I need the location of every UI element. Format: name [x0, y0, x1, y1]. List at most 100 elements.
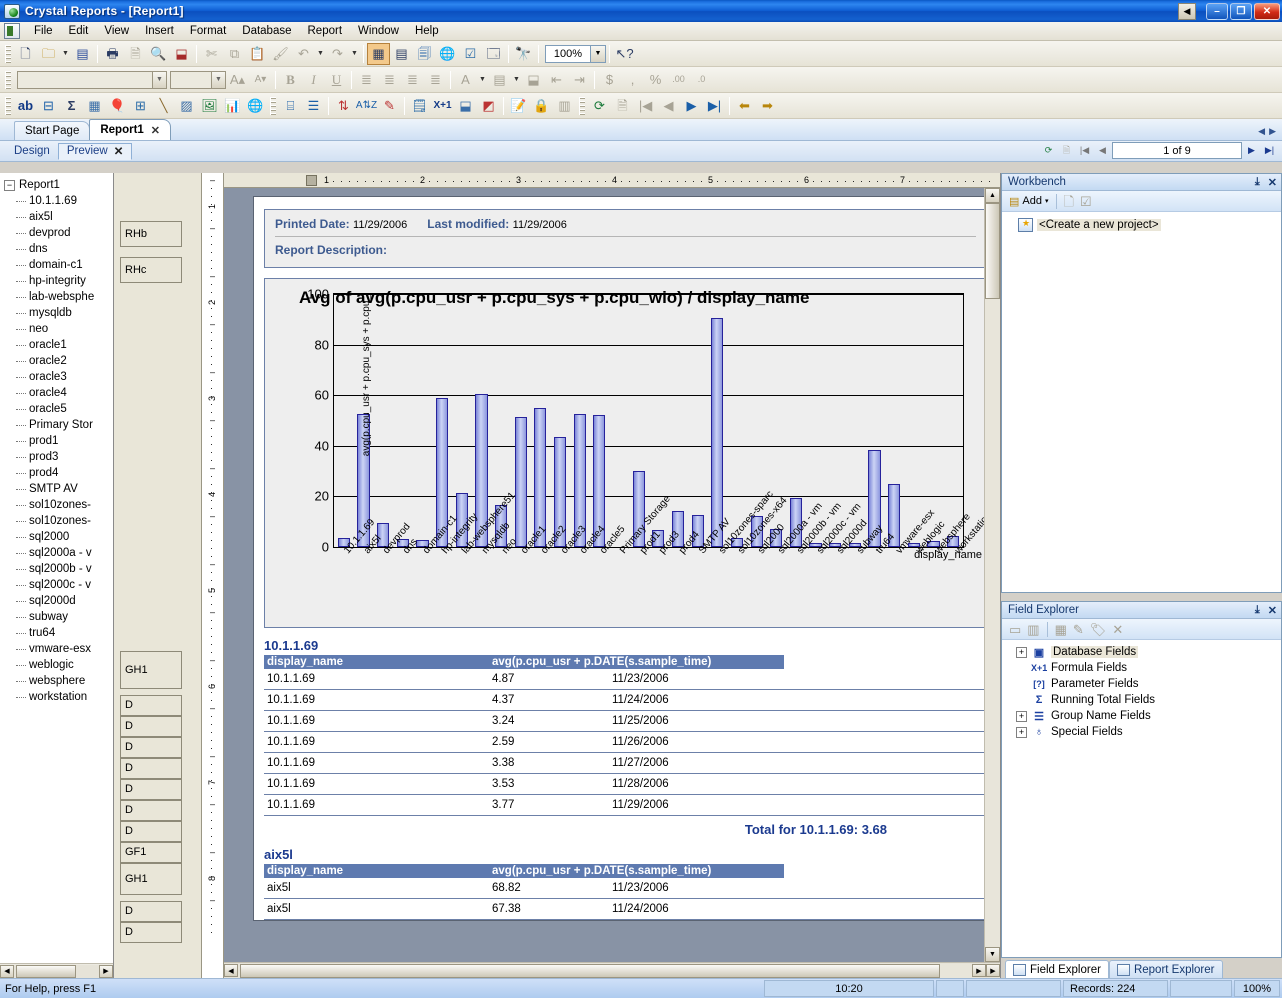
undo-button[interactable]: ↶: [292, 43, 315, 65]
menu-format[interactable]: Format: [182, 23, 234, 39]
paste-button[interactable]: 📋: [246, 43, 269, 65]
tree-item-5[interactable]: hp-integrity: [4, 273, 113, 289]
tree-item-27[interactable]: tru64: [4, 625, 113, 641]
suppress-button[interactable]: ⬓: [522, 69, 545, 91]
format-painter-button[interactable]: 🖌: [269, 43, 292, 65]
export-button[interactable]: ⬓: [170, 43, 193, 65]
field-explorer-item-special-fields[interactable]: + ♁ Special Fields: [1002, 724, 1281, 740]
next-page-button[interactable]: ▶: [1243, 142, 1260, 159]
tree-item-0[interactable]: 10.1.1.69: [4, 193, 113, 209]
zoom-dropdown-arrow[interactable]: ▼: [591, 44, 606, 63]
tree-root-report1[interactable]: − Report1: [4, 177, 113, 193]
toolbar-grip[interactable]: [270, 96, 276, 115]
insert-line-button[interactable]: ╲: [152, 95, 175, 117]
decimal-increase-button[interactable]: .00: [667, 69, 690, 91]
underline-button[interactable]: U: [325, 69, 348, 91]
decrease-font-button[interactable]: A▾: [249, 69, 272, 91]
tree-item-26[interactable]: subway: [4, 609, 113, 625]
section-marker-d-3[interactable]: D: [120, 695, 182, 716]
scroll-thumb[interactable]: [240, 963, 940, 978]
table-row[interactable]: 10.1.1.69 3.53 11/28/2006: [264, 774, 987, 795]
browse-data-button[interactable]: ▥: [1024, 620, 1042, 638]
chart-bar[interactable]: [514, 416, 527, 547]
thousands-button[interactable]: ,: [621, 69, 644, 91]
zoom-value[interactable]: 100%: [545, 44, 591, 63]
tab-report1[interactable]: Report1 ✕: [89, 119, 172, 140]
edit-field-button[interactable]: ✎: [1070, 620, 1087, 638]
field-explorer-item-formula-fields[interactable]: X+1 Formula Fields: [1002, 660, 1281, 676]
repository-explorer-button[interactable]: 🌐: [436, 43, 459, 65]
tree-item-20[interactable]: sol10zones-: [4, 513, 113, 529]
redo-button[interactable]: ↷: [326, 43, 349, 65]
sort-az-button[interactable]: A⇅Z: [355, 95, 378, 117]
tree-item-18[interactable]: SMTP AV: [4, 481, 113, 497]
copy-button[interactable]: ⧉: [223, 43, 246, 65]
tab-design[interactable]: Design: [6, 143, 58, 160]
align-right-button[interactable]: ≣: [401, 69, 424, 91]
menu-view[interactable]: View: [96, 23, 137, 39]
field-explorer-item-parameter-fields[interactable]: [?] Parameter Fields: [1002, 676, 1281, 692]
tree-item-8[interactable]: neo: [4, 321, 113, 337]
justify-button[interactable]: ≣: [424, 69, 447, 91]
tree-horizontal-scrollbar[interactable]: ◀ ▶: [0, 963, 113, 978]
collapse-icon[interactable]: −: [4, 179, 15, 191]
scroll-up-button[interactable]: ▲: [985, 188, 1000, 203]
scroll-thumb[interactable]: [985, 203, 1000, 299]
tree-item-12[interactable]: oracle4: [4, 385, 113, 401]
tree-item-21[interactable]: sql2000: [4, 529, 113, 545]
cut-button[interactable]: ✄: [200, 43, 223, 65]
mdi-restore-button[interactable]: ◀: [1178, 2, 1196, 20]
insert-box-button[interactable]: ⊞: [129, 95, 152, 117]
font-size-select[interactable]: ▼: [170, 70, 226, 89]
font-color-dropdown-arrow[interactable]: ▼: [477, 69, 488, 91]
section-marker-d-4[interactable]: D: [120, 716, 182, 737]
toolbar-grip[interactable]: [579, 96, 585, 115]
field-explorer-item-running-total-fields[interactable]: Σ Running Total Fields: [1002, 692, 1281, 708]
italic-button[interactable]: I: [302, 69, 325, 91]
prev-page-button[interactable]: ◀: [1094, 142, 1111, 159]
section-marker-gh1-2[interactable]: GH1: [120, 651, 182, 689]
workbench-dependency-button[interactable]: ☑: [1077, 192, 1095, 210]
doc-nav-prev-icon[interactable]: ◀: [1258, 126, 1265, 137]
insert-picture-button[interactable]: 🖼: [198, 95, 221, 117]
pin-icon[interactable]: ⤓: [1255, 176, 1260, 189]
parameter-button[interactable]: 📝: [507, 95, 530, 117]
tab-start-page[interactable]: Start Page: [14, 121, 91, 140]
tree-item-24[interactable]: sql2000c - v: [4, 577, 113, 593]
table-row[interactable]: 10.1.1.69 3.77 11/29/2006: [264, 795, 987, 816]
table-row[interactable]: 10.1.1.69 2.59 11/26/2006: [264, 732, 987, 753]
scroll-track[interactable]: [14, 964, 99, 978]
tree-item-1[interactable]: aix5l: [4, 209, 113, 225]
expand-icon[interactable]: +: [1016, 646, 1027, 658]
scroll-right-button[interactable]: ▶: [972, 964, 986, 977]
close-icon[interactable]: ✕: [1268, 176, 1277, 189]
maximize-button[interactable]: ❐: [1230, 2, 1252, 20]
section-marker-d-8[interactable]: D: [120, 800, 182, 821]
lock-button[interactable]: 🔒: [530, 95, 553, 117]
scroll-right-page-button[interactable]: ▶: [986, 964, 1000, 977]
insert-subreport-button[interactable]: 🎈: [106, 95, 129, 117]
menu-report[interactable]: Report: [300, 23, 351, 39]
align-left-button[interactable]: ≣: [355, 69, 378, 91]
tree-item-13[interactable]: oracle5: [4, 401, 113, 417]
tab-preview-close-icon[interactable]: ✕: [114, 144, 124, 158]
preview-horizontal-scrollbar[interactable]: ◀ ▶ ▶: [224, 962, 1000, 978]
first-page-button[interactable]: |◀: [634, 95, 657, 117]
print-button[interactable]: 🖶: [101, 43, 124, 65]
open-button[interactable]: 🗀: [37, 43, 60, 65]
insert-summary-button[interactable]: ⊟: [37, 95, 60, 117]
tree-item-15[interactable]: prod1: [4, 433, 113, 449]
field-explorer-item-database-fields[interactable]: + ▣ Database Fields: [1002, 644, 1281, 660]
table-row[interactable]: aix5l 68.82 11/23/2006: [264, 878, 987, 899]
formula-field-button[interactable]: X+1: [431, 95, 454, 117]
tree-item-10[interactable]: oracle2: [4, 353, 113, 369]
navigate-forward-button[interactable]: ➡: [756, 95, 779, 117]
insert-map-button[interactable]: 🌐: [244, 95, 267, 117]
dependency-checker-button[interactable]: ☑: [459, 43, 482, 65]
dock-splitter[interactable]: [1001, 593, 1282, 601]
close-button[interactable]: ✕: [1254, 2, 1280, 20]
template-button[interactable]: ▥: [553, 95, 576, 117]
tab-report-explorer[interactable]: Report Explorer: [1108, 960, 1223, 978]
tree-item-19[interactable]: sol10zones-: [4, 497, 113, 513]
insert-text-object-button[interactable]: ab: [14, 95, 37, 117]
